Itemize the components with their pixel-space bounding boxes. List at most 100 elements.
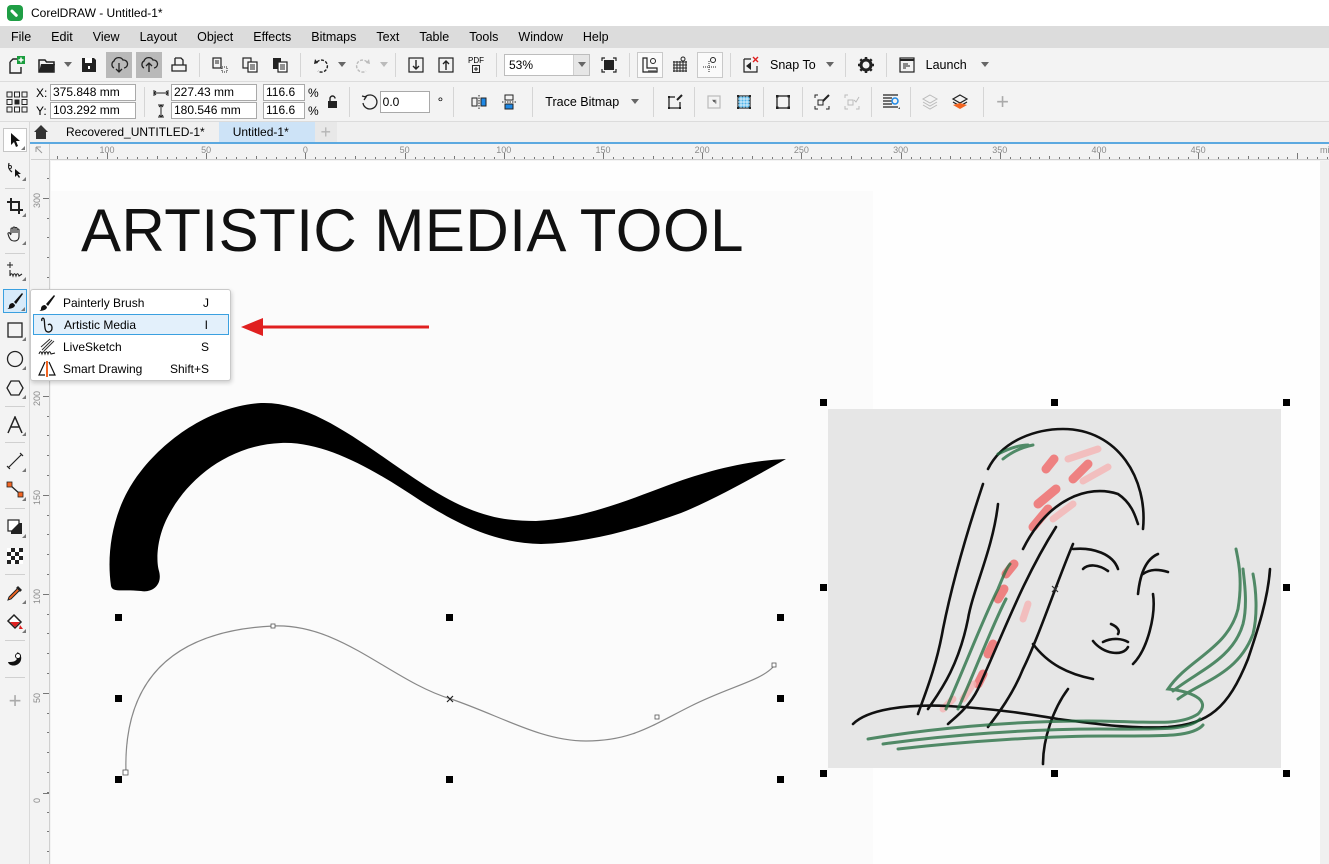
bitmap-handle-bottom-center[interactable] <box>1051 770 1058 777</box>
height-field[interactable]: 180.546 mm <box>171 102 257 119</box>
y-position-field[interactable]: 103.292 mm <box>50 102 136 119</box>
rectangle-tool[interactable] <box>3 318 27 342</box>
print-button[interactable] <box>166 52 192 78</box>
paste-button[interactable] <box>267 52 293 78</box>
bitmap-handle-middle-left[interactable] <box>820 584 827 591</box>
reference-point-icon[interactable] <box>6 91 28 113</box>
selection-handle-top-right[interactable] <box>777 614 784 621</box>
vertical-ruler[interactable]: 300 200 150 100 50 0 <box>31 160 50 864</box>
import-button[interactable] <box>403 52 429 78</box>
freehand-tool[interactable] <box>3 258 27 282</box>
selection-handle-top-left[interactable] <box>115 614 122 621</box>
trace-bitmap-button[interactable]: Trace Bitmap <box>541 95 623 109</box>
node-handle[interactable] <box>654 714 660 720</box>
flyout-item-painterly-brush[interactable]: Painterly Brush J <box>33 292 229 313</box>
flyout-item-smart-drawing[interactable]: Smart Drawing Shift+S <box>33 358 229 379</box>
show-guidelines-button[interactable] <box>697 51 723 78</box>
x-position-field[interactable]: 375.848 mm <box>50 84 136 101</box>
selection-handle-bottom-left[interactable] <box>115 776 122 783</box>
cut-button[interactable] <box>207 52 233 78</box>
save-button[interactable] <box>76 52 102 78</box>
text-wrap-button[interactable] <box>878 89 904 115</box>
snap-off-button[interactable] <box>738 52 764 78</box>
transparency-tool[interactable] <box>3 544 27 568</box>
width-field[interactable]: 227.43 mm <box>171 84 257 101</box>
menu-bitmaps[interactable]: Bitmaps <box>303 30 364 44</box>
bring-to-front-button[interactable] <box>917 89 943 115</box>
selection-handle-bottom-right[interactable] <box>777 776 784 783</box>
tab-recovered-untitled[interactable]: Recovered_UNTITLED-1* <box>52 122 219 142</box>
mirror-horizontal-button[interactable] <box>466 89 492 115</box>
menu-window[interactable]: Window <box>510 30 570 44</box>
trace-bitmap-dropdown-arrow[interactable] <box>631 99 640 104</box>
menu-view[interactable]: View <box>85 30 128 44</box>
pick-tool[interactable] <box>3 128 27 152</box>
flyout-item-livesketch[interactable]: LiveSketch S <box>33 336 229 357</box>
customize-toolbox-button[interactable]: + <box>3 689 27 713</box>
snap-to-dropdown[interactable]: Snap To <box>766 58 820 72</box>
menu-text[interactable]: Text <box>368 30 407 44</box>
ruler-origin-corner[interactable] <box>31 144 50 160</box>
launch-dropdown-arrow[interactable] <box>980 62 989 67</box>
undo-dropdown-arrow[interactable] <box>338 62 346 67</box>
full-screen-preview-button[interactable] <box>596 52 622 78</box>
drawing-canvas[interactable]: ARTISTIC MEDIA TOOL <box>51 161 1320 864</box>
shape-tool[interactable] <box>3 158 27 182</box>
rotation-angle-field[interactable]: 0.0 <box>379 90 430 113</box>
launch-label[interactable]: Launch <box>922 58 971 72</box>
bitmap-illustration[interactable] <box>828 409 1281 768</box>
cloud-upload-button[interactable] <box>136 51 162 78</box>
color-mask-button[interactable] <box>809 89 835 115</box>
flyout-item-artistic-media[interactable]: Artistic Media I <box>33 314 229 335</box>
drop-shadow-tool[interactable] <box>3 515 27 539</box>
zoom-dropdown-button[interactable] <box>573 54 589 75</box>
welcome-home-tab[interactable] <box>30 122 52 142</box>
publish-pdf-button[interactable]: PDF <box>463 52 489 78</box>
scale-y-field[interactable]: 116.6 <box>263 102 305 119</box>
vertical-scrollbar[interactable] <box>1320 161 1329 864</box>
crop-bitmap-button[interactable] <box>701 89 727 115</box>
selection-handle-middle-left[interactable] <box>115 695 122 702</box>
redo-button[interactable] <box>350 52 376 78</box>
lock-ratio-icon[interactable] <box>327 94 339 109</box>
menu-object[interactable]: Object <box>189 30 241 44</box>
menu-file[interactable]: File <box>3 30 39 44</box>
horizontal-ruler[interactable]: millimeters 1005005010015020025030035040… <box>50 144 1329 160</box>
text-tool[interactable] <box>3 413 27 437</box>
menu-edit[interactable]: Edit <box>43 30 81 44</box>
mirror-vertical-button[interactable] <box>496 89 522 115</box>
open-dropdown-arrow[interactable] <box>64 62 72 67</box>
crop-tool[interactable] <box>3 194 27 218</box>
open-button[interactable] <box>34 52 60 78</box>
show-grid-button[interactable] <box>667 52 693 78</box>
eyedropper-tool[interactable] <box>3 581 27 605</box>
zoom-level-value[interactable]: 53% <box>505 58 573 72</box>
export-button[interactable] <box>433 52 459 78</box>
polygon-tool[interactable] <box>3 376 27 400</box>
selection-handle-middle-right[interactable] <box>777 695 784 702</box>
menu-help[interactable]: Help <box>575 30 617 44</box>
redo-dropdown-arrow[interactable] <box>380 62 388 67</box>
options-button[interactable] <box>853 52 879 78</box>
interactive-fill-tool[interactable] <box>3 610 27 634</box>
zoom-level-combo[interactable]: 53% <box>504 53 590 76</box>
node-handle[interactable] <box>771 662 777 668</box>
cloud-download-button[interactable] <box>106 51 132 78</box>
node-handle[interactable] <box>122 769 129 776</box>
bitmap-handle-top-left[interactable] <box>820 399 827 406</box>
selection-handle-top-center[interactable] <box>446 614 453 621</box>
bitmap-handle-bottom-right[interactable] <box>1283 770 1290 777</box>
artistic-media-tool[interactable] <box>3 289 27 313</box>
bitmap-handle-bottom-left[interactable] <box>820 770 827 777</box>
menu-table[interactable]: Table <box>411 30 457 44</box>
scale-x-field[interactable]: 116.6 <box>263 84 305 101</box>
bounding-box-button[interactable] <box>770 89 796 115</box>
selection-handle-bottom-center[interactable] <box>446 776 453 783</box>
menu-tools[interactable]: Tools <box>461 30 506 44</box>
resample-bitmap-button[interactable] <box>731 89 757 115</box>
new-tab-button[interactable]: + <box>314 122 337 142</box>
snap-to-dropdown-arrow[interactable] <box>825 62 834 67</box>
connector-tool[interactable] <box>3 478 27 502</box>
copy-button[interactable] <box>237 52 263 78</box>
edit-bitmap-button[interactable] <box>662 89 688 115</box>
